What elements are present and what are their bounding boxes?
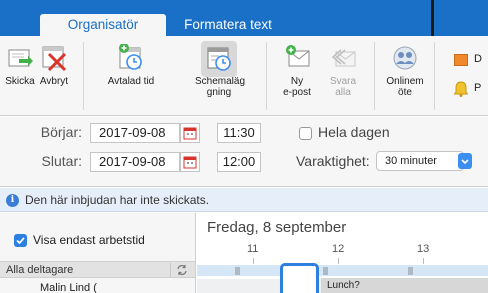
refresh-icon[interactable] <box>176 263 188 281</box>
hour-label: 12 <box>332 243 345 255</box>
chevron-down-icon[interactable] <box>458 153 472 169</box>
band-marker <box>408 267 413 275</box>
work-hours-checkbox[interactable] <box>14 234 27 247</box>
hour-label: 11 <box>247 243 259 255</box>
info-icon: i <box>6 194 19 207</box>
ribbon-separator <box>374 42 375 110</box>
duration-label: Varaktighet: <box>296 153 370 169</box>
category-icon[interactable] <box>454 54 468 66</box>
reply-all-icon <box>329 44 357 72</box>
start-label: Börjar: <box>40 124 82 140</box>
appointment-button[interactable]: Avtalad tid <box>100 43 162 87</box>
reply-all-label-line1: Svara <box>329 76 357 87</box>
attendee-pane: Visa endast arbetstid Alla deltagare Mal… <box>0 213 196 293</box>
send-icon <box>6 44 34 72</box>
cancel-label: Avbryt <box>39 76 69 87</box>
callout-pointer-line <box>431 0 434 40</box>
ribbon-separator <box>434 42 435 110</box>
hour-label: 13 <box>417 243 430 255</box>
appointment-icon <box>117 43 145 72</box>
send-label: Skicka <box>5 76 35 87</box>
scheduling-label-line2: gning <box>206 87 232 98</box>
day-title: Fredag, 8 september <box>207 219 347 236</box>
busy-block[interactable]: Lunch? <box>321 278 488 293</box>
online-meeting-label: Onlinem öte <box>385 76 425 98</box>
start-time-field[interactable]: 11:30 <box>217 123 261 143</box>
time-fields-panel: Börjar: 2017-09-08 11:30 Hela dagen Slut… <box>0 117 488 187</box>
info-message: Den här inbjudan har inte skickats. <box>25 193 210 207</box>
end-calendar-button[interactable] <box>180 152 200 172</box>
online-meeting-label-line2: öte <box>398 87 412 98</box>
scheduling-grid: Fredag, 8 september 11 12 13 Lunch? <box>197 213 488 293</box>
all-attendees-row <box>197 265 488 276</box>
ribbon-separator <box>83 42 84 110</box>
new-email-label: Ny e-post <box>279 76 315 98</box>
calendar-icon <box>183 156 197 169</box>
ribbon-toolbar: Skicka Avbryt Avtalad tid Schemaläg gnin… <box>0 36 488 116</box>
new-email-label-line1: Ny <box>290 76 304 87</box>
online-meeting-icon <box>391 44 419 72</box>
start-date-field[interactable]: 2017-09-08 <box>90 123 180 143</box>
attendees-header: Alla deltagare <box>0 261 195 278</box>
scheduling-label: Schemaläg gning <box>195 76 246 98</box>
scheduling-label-line1: Schemaläg <box>195 76 246 87</box>
scheduling-button[interactable]: Schemaläg gning <box>195 41 246 98</box>
cancel-icon <box>40 44 68 72</box>
new-email-button[interactable]: Ny e-post <box>279 44 315 98</box>
hour-tick <box>423 258 424 264</box>
hour-tick <box>338 258 339 264</box>
info-bar: i Den här inbjudan har inte skickats. <box>0 188 488 212</box>
column-divider <box>170 263 171 277</box>
tab-format-text[interactable]: Formatera text <box>178 14 278 36</box>
start-calendar-button[interactable] <box>180 123 200 143</box>
scheduling-icon <box>201 41 237 77</box>
band-marker <box>235 267 240 275</box>
reply-all-label: Svara alla <box>325 76 361 98</box>
cancel-button[interactable]: Avbryt <box>36 44 72 87</box>
work-hours-label: Visa endast arbetstid <box>33 233 145 247</box>
duration-select[interactable]: 30 minuter <box>376 151 464 171</box>
new-email-label-line2: e-post <box>283 87 311 98</box>
end-date-field[interactable]: 2017-09-08 <box>90 152 180 172</box>
hour-tick <box>253 258 254 264</box>
reply-all-button[interactable]: Svara alla <box>325 44 361 98</box>
category-label: D <box>474 53 482 65</box>
end-time-field[interactable]: 12:00 <box>217 152 261 172</box>
calendar-icon <box>183 127 197 140</box>
attendees-header-label: Alla deltagare <box>6 264 74 276</box>
ribbon-tab-bar: Organisatör Formatera text <box>0 0 488 36</box>
tab-organizer[interactable]: Organisatör <box>40 14 166 36</box>
new-email-icon <box>283 44 311 72</box>
meeting-selection[interactable] <box>280 263 319 293</box>
ribbon-separator <box>266 42 267 110</box>
online-meeting-label-line1: Onlinem <box>386 76 424 87</box>
band-marker <box>323 267 328 275</box>
end-label: Slutar: <box>41 153 82 169</box>
appointment-label: Avtalad tid <box>107 76 155 87</box>
send-button[interactable]: Skicka <box>2 44 38 87</box>
bell-label: P <box>474 82 482 94</box>
online-meeting-button[interactable]: Onlinem öte <box>385 44 425 98</box>
attendee-name[interactable]: Malin Lind ( <box>40 282 97 293</box>
bell-icon[interactable] <box>453 81 469 102</box>
all-day-label: Hela dagen <box>318 124 390 140</box>
reply-all-label-line2: alla <box>335 87 351 98</box>
all-day-checkbox[interactable] <box>299 127 312 140</box>
